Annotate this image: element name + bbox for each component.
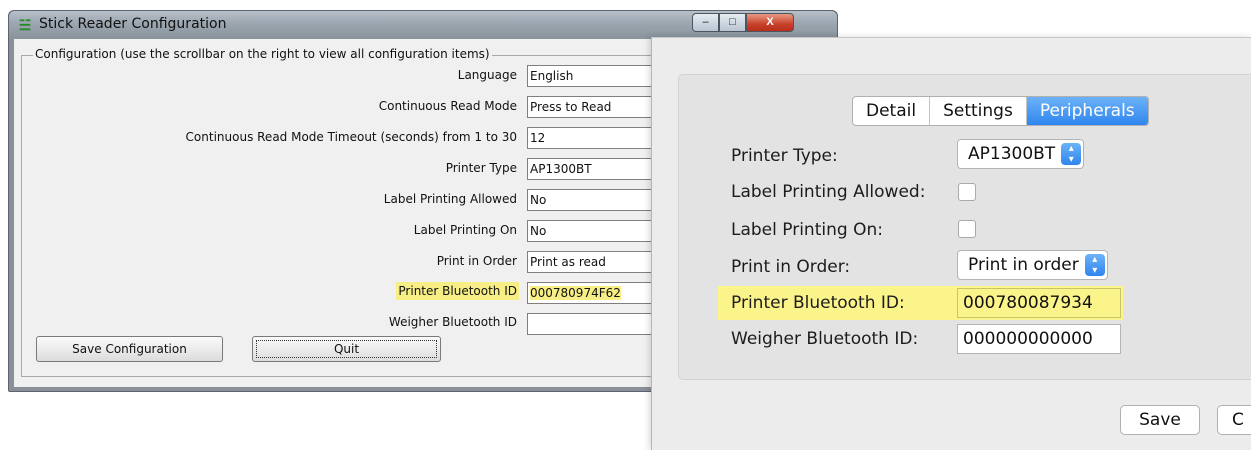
continuous-read-mode-label: Continuous Read Mode	[378, 99, 517, 113]
printer-type-label: Printer Type:	[731, 146, 838, 166]
configuration-group-label: Configuration (use the scrollbar on the …	[33, 47, 492, 61]
window-title: Stick Reader Configuration	[39, 16, 227, 32]
peripherals-settings-sheet: Detail Settings Peripherals Printer Type…	[651, 37, 1251, 450]
label-printing-allowed-checkbox[interactable]	[958, 183, 976, 201]
tab-peripherals[interactable]: Peripherals	[1026, 97, 1148, 125]
minimize-button[interactable]: –	[692, 13, 719, 32]
label-printing-allowed-label: Label Printing Allowed:	[731, 182, 926, 202]
close-button[interactable]: X	[746, 13, 794, 32]
weigher-bluetooth-id-field[interactable]: 000000000000	[957, 324, 1121, 354]
printer-bluetooth-id-value: 000780974F62	[530, 286, 621, 300]
app-icon: ☱	[18, 17, 32, 33]
language-label: Language	[457, 68, 517, 82]
label-printing-on-label: Label Printing On:	[731, 220, 883, 240]
printer-type-value: AP1300BT	[968, 144, 1056, 164]
printer-bluetooth-id-label: Printer Bluetooth ID	[396, 282, 519, 300]
peripherals-panel: Detail Settings Peripherals Printer Type…	[678, 74, 1251, 380]
printer-bluetooth-id-field[interactable]: 000780087934	[957, 288, 1121, 318]
quit-button[interactable]: Quit	[252, 336, 441, 362]
label-printing-on-label: Label Printing On	[413, 223, 517, 237]
maximize-button[interactable]: □	[719, 13, 746, 32]
save-button[interactable]: Save	[1120, 405, 1200, 435]
print-in-order-label: Print in Order:	[731, 257, 851, 277]
weigher-bluetooth-id-label: Weigher Bluetooth ID	[388, 315, 517, 329]
tab-detail[interactable]: Detail	[853, 97, 931, 125]
weigher-bluetooth-id-label: Weigher Bluetooth ID:	[731, 329, 919, 349]
cancel-button[interactable]: C	[1217, 405, 1251, 435]
printer-bluetooth-id-label: Printer Bluetooth ID:	[731, 293, 905, 313]
print-in-order-value: Print in order	[968, 255, 1079, 275]
popup-arrows-icon: ▴ ▾	[1084, 254, 1105, 276]
tab-settings[interactable]: Settings	[930, 97, 1027, 125]
save-configuration-button[interactable]: Save Configuration	[36, 336, 223, 362]
popup-arrows-icon: ▴ ▾	[1061, 143, 1082, 165]
label-printing-allowed-label: Label Printing Allowed	[383, 192, 517, 206]
read-mode-timeout-label: Continuous Read Mode Timeout (seconds) f…	[185, 130, 517, 144]
label-printing-on-checkbox[interactable]	[958, 220, 976, 238]
printer-type-label: Printer Type	[445, 161, 517, 175]
printer-type-popup[interactable]: AP1300BT ▴ ▾	[957, 139, 1085, 169]
quit-button-label: Quit	[256, 340, 437, 358]
tab-segmented-control: Detail Settings Peripherals	[852, 96, 1149, 126]
window-controls: – □ X	[692, 13, 794, 33]
print-in-order-label: Print in Order	[436, 254, 517, 268]
print-in-order-popup[interactable]: Print in order ▴ ▾	[957, 250, 1108, 280]
